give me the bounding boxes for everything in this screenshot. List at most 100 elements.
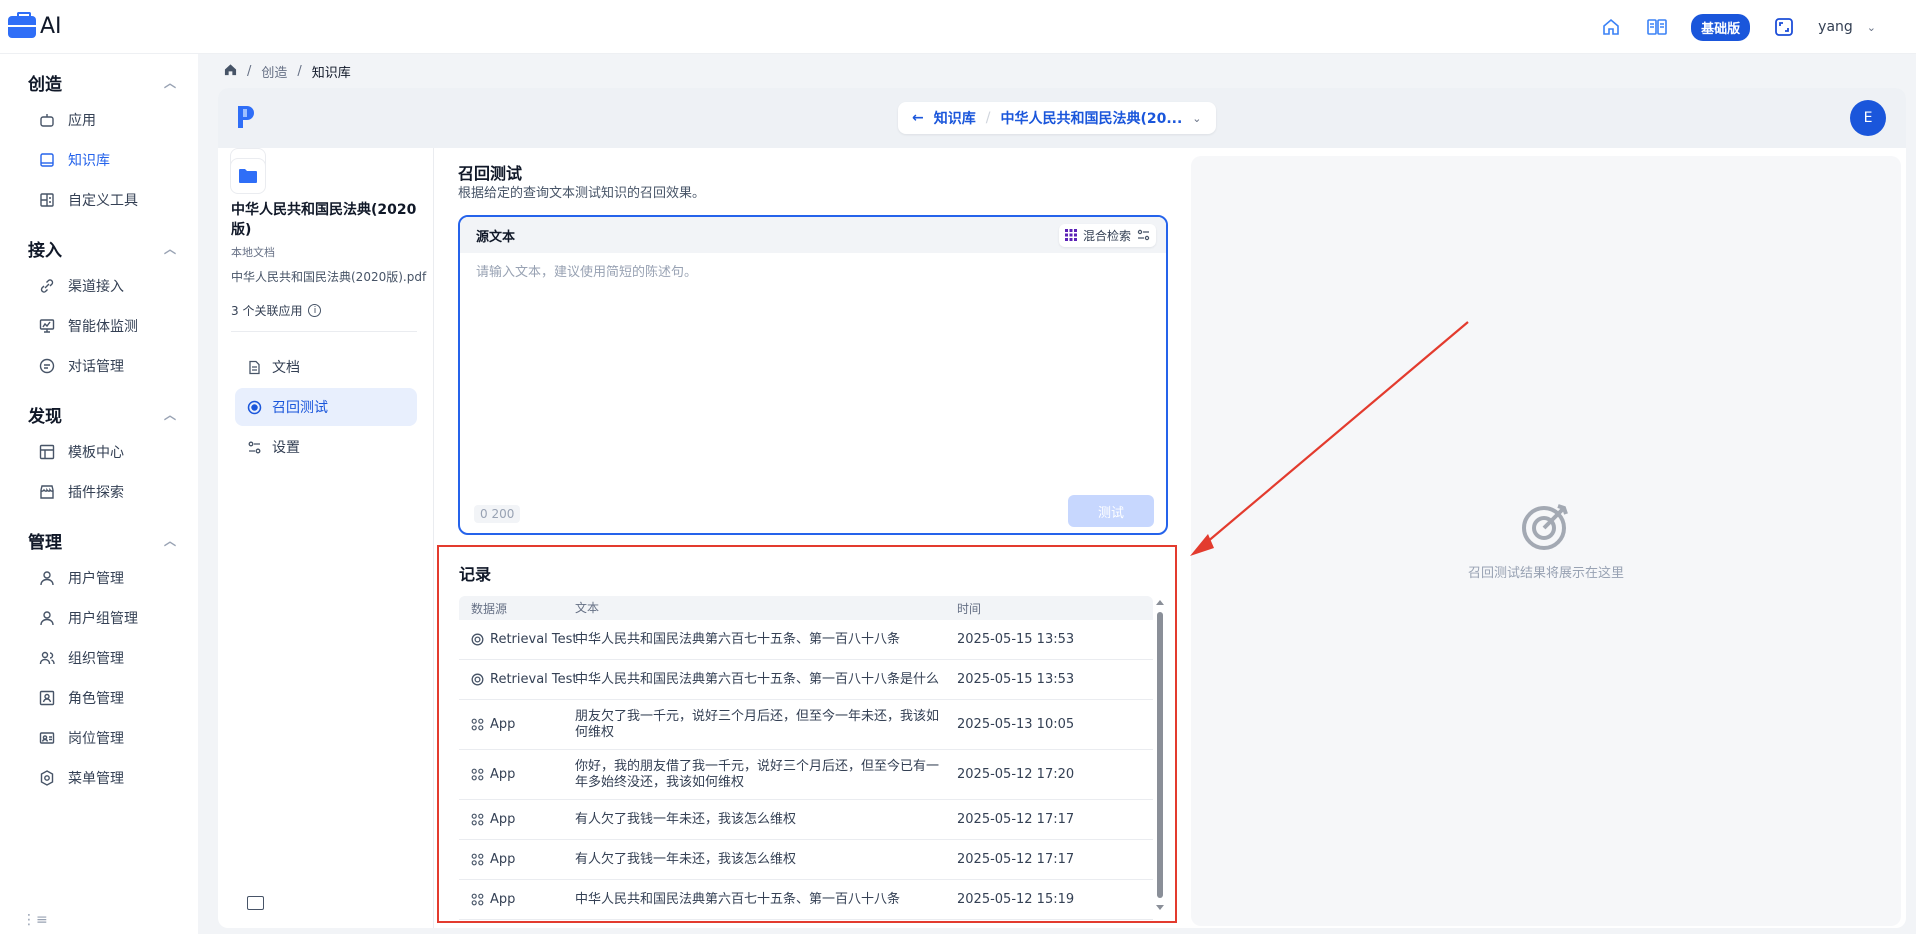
cell-text: 中华人民共和国民法典第六百七十五条、第一百八十八条是什么 xyxy=(575,671,940,687)
breadcrumb-separator: / xyxy=(297,63,302,79)
back-arrow-icon[interactable]: ← xyxy=(912,110,924,126)
kb-type: 本地文档 xyxy=(231,246,275,259)
home-icon[interactable] xyxy=(1599,15,1623,39)
store-icon xyxy=(40,485,54,499)
records-table: 数据源 文本 时间 Retrieval Test 中华人民共和国民法典第六百七十五… xyxy=(459,596,1153,920)
sidebar-item-channels[interactable]: 渠道接入 xyxy=(0,266,198,306)
sidebar-item-users[interactable]: 用户管理 xyxy=(0,558,198,598)
records-scrollbar[interactable] xyxy=(1155,598,1165,910)
table-row[interactable]: Retrieval Test 中华人民共和国民法典第六百七十五条、第一百八十八条 2… xyxy=(459,620,1153,660)
sidebar-item-user-groups[interactable]: 用户组管理 xyxy=(0,598,198,638)
test-title: 召回测试 xyxy=(458,164,523,183)
table-row[interactable]: App 中华人民共和国民法典第六百七十五条、第一百八十八条 2025-05-12 1… xyxy=(459,880,1153,920)
scroll-down-arrow[interactable] xyxy=(1156,905,1164,910)
plan-badge[interactable]: 基础版 xyxy=(1691,13,1751,41)
sidebar-group-title[interactable]: 管理 ︿ xyxy=(0,522,198,558)
source-text-input[interactable] xyxy=(476,265,1016,280)
user-icon xyxy=(40,571,54,586)
sidebar-item-conversations[interactable]: 对话管理 xyxy=(0,346,198,386)
scroll-thumb[interactable] xyxy=(1157,612,1163,898)
user-name: yang xyxy=(1818,19,1853,35)
chevron-down-icon: ⌄ xyxy=(1866,20,1876,34)
sidebar: 创造 ︿ 应用 知识库 自定义工具 接入 ︿ 渠道接入 智能体监测 对话管理 发… xyxy=(0,54,198,934)
template-icon xyxy=(39,444,55,460)
user-menu[interactable]: yang ⌄ xyxy=(1818,19,1876,35)
target-arrow-icon xyxy=(1522,504,1568,550)
sidebar-item-posts[interactable]: 岗位管理 xyxy=(0,718,198,758)
cell-time: 2025-05-13 10:05 xyxy=(957,717,1075,732)
cell-text: 你好，我的朋友借了我一千元，说好三个月后还，但至今已有一年多始终没还，我该如何维… xyxy=(575,758,940,790)
sidebar-item-agent-monitor[interactable]: 智能体监测 xyxy=(0,306,198,346)
sidebar-group-title[interactable]: 发现 ︿ xyxy=(0,396,198,432)
result-empty-text: 召回测试结果将展示在这里 xyxy=(1467,566,1624,581)
cell-source: App xyxy=(459,812,575,827)
brand-mark-icon xyxy=(238,106,254,128)
kb-folder-badge xyxy=(230,158,266,194)
toolbox-icon xyxy=(40,193,54,207)
table-row[interactable]: App 有人欠了我钱一年未还，我该怎么维权 2025-05-12 17:17 xyxy=(459,840,1153,880)
sidebar-group-create: 创造 ︿ 应用 知识库 自定义工具 xyxy=(0,64,198,220)
breadcrumb-item-create[interactable]: 创造 xyxy=(261,62,287,81)
sliders-icon xyxy=(1137,229,1150,241)
org-icon xyxy=(39,651,55,665)
sidebar-item-apps[interactable]: 应用 xyxy=(0,100,198,140)
sidebar-item-roles[interactable]: 角色管理 xyxy=(0,678,198,718)
sidebar-group-title[interactable]: 接入 ︿ xyxy=(0,230,198,266)
kb-file-name: 中华人民共和国民法典(2020版).pdf xyxy=(231,270,427,284)
top-bar: AI 基础版 yang ⌄ xyxy=(0,0,1916,54)
app-grid-icon xyxy=(471,853,484,866)
cell-source: App xyxy=(459,892,575,907)
table-row[interactable]: App 有人欠了我钱一年未还，我该怎么维权 2025-05-12 17:17 xyxy=(459,800,1153,840)
sidebar-group-discover: 发现 ︿ 模板中心 插件探索 xyxy=(0,396,198,512)
kb-info-panel xyxy=(218,148,434,928)
sidebar-item-custom-tools[interactable]: 自定义工具 xyxy=(0,180,198,220)
table-row[interactable]: App 你好，我的朋友借了我一千元，说好三个月后还，但至今已有一年多始终没还，我该… xyxy=(459,750,1153,800)
kb-nav-documents[interactable]: 文档 xyxy=(235,348,417,386)
scroll-up-arrow[interactable] xyxy=(1156,600,1164,605)
test-button[interactable]: 测试 xyxy=(1068,495,1154,527)
user-group-icon xyxy=(40,611,54,626)
home-icon[interactable] xyxy=(224,63,237,80)
column-header-source: 数据源 xyxy=(471,601,508,616)
target-icon xyxy=(471,633,484,646)
retrieval-mode-button[interactable]: 混合检索 xyxy=(1058,223,1156,247)
kb-header: ← 知识库 / 中华人民共和国民法典(20... ⌄ E xyxy=(218,88,1906,148)
sidebar-item-organizations[interactable]: 组织管理 xyxy=(0,638,198,678)
chevron-up-icon: ︿ xyxy=(163,407,176,422)
column-header-time: 时间 xyxy=(957,601,982,616)
table-row[interactable]: Retrieval Test 中华人民共和国民法典第六百七十五条、第一百八十八条是… xyxy=(459,660,1153,700)
app-grid-icon xyxy=(471,768,484,781)
panel-toggle-icon[interactable] xyxy=(247,896,264,910)
menu-gear-icon xyxy=(40,770,54,786)
sidebar-item-menus[interactable]: 菜单管理 xyxy=(0,758,198,798)
sidebar-group-title[interactable]: 创造 ︿ xyxy=(0,64,198,100)
avatar[interactable]: E xyxy=(1850,100,1886,136)
sidebar-item-plugins[interactable]: 插件探索 xyxy=(0,472,198,512)
kb-title[interactable]: 中华人民共和国民法典(20... xyxy=(1000,108,1182,128)
cell-source: App xyxy=(459,767,575,782)
kb-divider xyxy=(231,331,417,332)
kb-nav-settings[interactable]: 设置 xyxy=(235,428,417,466)
info-icon[interactable]: i xyxy=(308,304,322,317)
app-grid-icon xyxy=(471,893,484,906)
app-logo[interactable]: AI xyxy=(8,11,62,39)
target-icon xyxy=(247,400,262,414)
docs-book-icon[interactable] xyxy=(1645,15,1669,39)
kb-nav-retrieval-test[interactable]: 召回测试 xyxy=(235,388,417,426)
table-row[interactable]: App 朋友欠了我一千元，说好三个月后还，但至今一年未还，我该如何维权 2025-0… xyxy=(459,700,1153,750)
briefcase-icon xyxy=(8,11,36,38)
cell-time: 2025-05-12 17:17 xyxy=(957,812,1075,827)
sidebar-item-knowledge-base[interactable]: 知识库 xyxy=(0,140,198,180)
chat-icon xyxy=(39,358,55,374)
app-grid-icon xyxy=(471,718,484,731)
link-icon xyxy=(40,279,54,293)
collapse-sidebar-icon[interactable]: ⋮≡ xyxy=(22,912,48,928)
back-to-kb-link[interactable]: 知识库 xyxy=(934,108,976,128)
sidebar-item-templates[interactable]: 模板中心 xyxy=(0,432,198,472)
char-counter: 0 200 xyxy=(474,505,521,523)
fullscreen-icon[interactable] xyxy=(1772,15,1796,39)
target-icon xyxy=(471,673,484,686)
kb-switcher[interactable]: ← 知识库 / 中华人民共和国民法典(20... ⌄ xyxy=(898,102,1216,134)
kb-name: 中华人民共和国民法典(2020版) xyxy=(231,202,417,238)
sidebar-group-manage: 管理 ︿ 用户管理 用户组管理 组织管理 角色管理 岗位管理 菜单管理 xyxy=(0,522,198,798)
